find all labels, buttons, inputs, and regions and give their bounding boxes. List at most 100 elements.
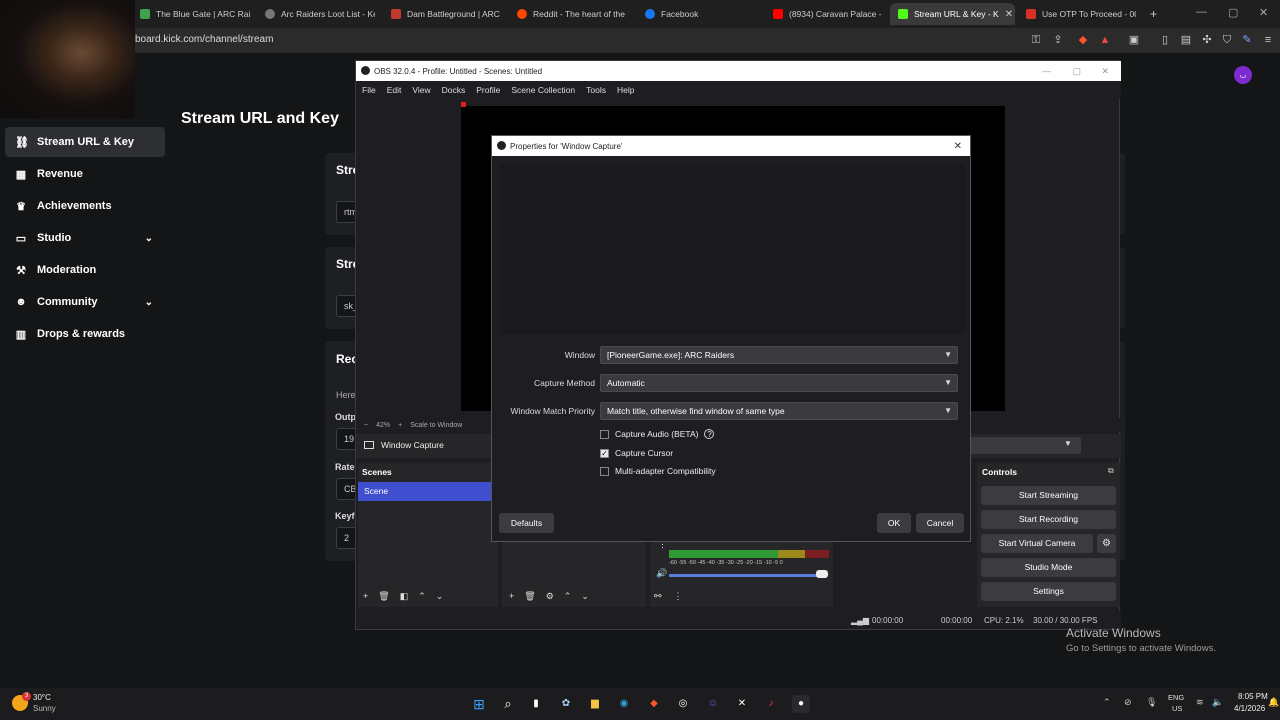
task-view-icon[interactable]: ▮ (527, 695, 545, 713)
minimize-icon[interactable]: — (1042, 66, 1051, 76)
sidebar-icon[interactable]: ▣ (1127, 33, 1141, 47)
sidebar-item-drops[interactable]: ▥ Drops & rewards (5, 319, 165, 349)
maximize-icon[interactable]: ▢ (1228, 6, 1238, 19)
cancel-button[interactable]: Cancel (916, 513, 964, 533)
trash-icon[interactable]: 🗑 (524, 591, 535, 602)
capture-cursor-checkbox[interactable]: ✓ Capture Cursor (600, 448, 673, 458)
chevron-up-icon[interactable]: ⌃ (1103, 697, 1111, 708)
menu-docks[interactable]: Docks (442, 85, 466, 95)
gear-icon[interactable]: ⚙ (546, 591, 554, 602)
window-select[interactable]: [PioneerGame.exe]: ARC Raiders ▼ (600, 346, 958, 364)
scale-mode[interactable]: Scale to Window (410, 422, 462, 429)
panel-icon[interactable]: ▯ (1158, 33, 1172, 47)
menu-view[interactable]: View (412, 85, 430, 95)
menu-file[interactable]: File (362, 85, 376, 95)
url-field[interactable]: board.kick.com/channel/stream (135, 34, 273, 45)
search-icon[interactable]: ⌕ (499, 695, 517, 713)
start-recording-button[interactable]: Start Recording (981, 510, 1116, 529)
start-streaming-button[interactable]: Start Streaming (981, 486, 1116, 505)
settings-button[interactable]: Settings (981, 582, 1116, 601)
wallet-icon[interactable]: ▤ (1179, 33, 1193, 47)
dock-icon[interactable]: ⧉ (1108, 466, 1114, 476)
notification-icon[interactable]: 🔔 (1268, 697, 1279, 708)
maximize-icon[interactable]: ▢ (1072, 66, 1081, 77)
sidebar-item-community[interactable]: ☻ Community ⌄ (5, 287, 165, 317)
key-icon[interactable]: ⚿ (1029, 33, 1043, 47)
chevron-up-icon[interactable]: ⌃ (564, 591, 572, 602)
checkbox-box[interactable] (600, 466, 609, 476)
chevron-up-icon[interactable]: ⌃ (418, 591, 426, 602)
link-icon[interactable]: ⚯ (654, 591, 662, 602)
gear-icon[interactable]: ⚙ (1097, 534, 1116, 553)
capture-audio-checkbox[interactable]: Capture Audio (BETA)? (600, 429, 715, 439)
checkbox-box[interactable] (600, 429, 609, 439)
minimize-icon[interactable]: — (1196, 6, 1207, 18)
ai-icon[interactable]: ✎ (1240, 33, 1254, 47)
close-icon[interactable]: ✕ (1101, 66, 1109, 77)
region[interactable]: US (1172, 704, 1182, 713)
clock-date[interactable]: 4/1/2026 (1234, 704, 1265, 713)
defaults-button[interactable]: Defaults (499, 513, 554, 533)
help-icon[interactable]: ? (704, 429, 715, 439)
match-priority-select[interactable]: Match title, otherwise find window of sa… (600, 402, 958, 420)
close-window-icon[interactable]: ✕ (1259, 6, 1268, 19)
copilot-icon[interactable]: ✿ (557, 695, 575, 713)
browser-tab[interactable]: Arc Raiders Loot List - Ke (257, 3, 375, 25)
language[interactable]: ENG (1168, 693, 1184, 702)
network-off-icon[interactable]: ⊘ (1124, 697, 1132, 708)
multi-adapter-checkbox[interactable]: Multi-adapter Compatibility (600, 466, 716, 476)
sidebar-item-studio[interactable]: ▭ Studio ⌄ (5, 223, 165, 253)
scene-item[interactable]: Scene (358, 482, 493, 501)
avatar[interactable]: ◡ (1234, 66, 1252, 84)
filter-icon[interactable]: ◧ (400, 591, 409, 602)
close-icon[interactable]: ✕ (954, 141, 962, 152)
wifi-icon[interactable]: ≋ (1196, 697, 1204, 708)
rewards-icon[interactable]: ▲ (1098, 33, 1112, 47)
capture-method-select[interactable]: Automatic ▼ (600, 374, 958, 392)
add-icon[interactable]: + (509, 591, 514, 602)
new-tab-button[interactable]: + (1142, 3, 1162, 25)
edge-icon[interactable]: ◉ (615, 695, 633, 713)
chevron-down-icon[interactable]: ⌄ (581, 591, 589, 602)
menu-tools[interactable]: Tools (586, 85, 606, 95)
menu-scene-collection[interactable]: Scene Collection (511, 85, 575, 95)
sidebar-item-revenue[interactable]: ▦ Revenue (5, 159, 165, 189)
studio-mode-button[interactable]: Studio Mode (981, 558, 1116, 577)
share-icon[interactable]: ⇪ (1051, 33, 1065, 47)
mic-icon[interactable]: 🎙 (1146, 697, 1157, 708)
add-icon[interactable]: + (363, 591, 368, 602)
sidebar-item-moderation[interactable]: ⚒ Moderation (5, 255, 165, 285)
browser-tab[interactable]: Use OTP To Proceed - 00p (1018, 3, 1136, 25)
brave-shield-icon[interactable]: ◆ (1076, 33, 1090, 47)
start-virtual-camera-button[interactable]: Start Virtual Camera (981, 534, 1093, 553)
volume-slider[interactable] (669, 574, 819, 577)
start-icon[interactable]: ⊞ (470, 695, 488, 713)
brave-icon[interactable]: ◆ (645, 695, 663, 713)
clock-time[interactable]: 8:05 PM (1238, 692, 1268, 701)
menu-profile[interactable]: Profile (476, 85, 500, 95)
epic-icon[interactable]: ✕ (733, 695, 751, 713)
browser-tab[interactable]: (8934) Caravan Palace - D (765, 3, 883, 25)
browser-tab[interactable]: The Blue Gate | ARC Raide (132, 3, 250, 25)
speaker-icon[interactable]: 🔊 (656, 568, 667, 579)
checkbox-checked[interactable]: ✓ (600, 448, 609, 458)
volume-icon[interactable]: 🔈 (1212, 697, 1223, 708)
chevron-down-icon[interactable]: ⌄ (436, 591, 444, 602)
browser-tab[interactable]: Reddit - The heart of the i (509, 3, 627, 25)
trash-icon[interactable]: 🗑 (378, 591, 389, 602)
discord-icon[interactable]: ☺ (704, 695, 722, 713)
sidebar-item-stream-url[interactable]: ⛓ Stream URL & Key (5, 127, 165, 157)
close-tab-icon[interactable]: ✕ (1005, 9, 1013, 20)
menu-edit[interactable]: Edit (387, 85, 402, 95)
vpn-icon[interactable]: ⛉ (1220, 33, 1234, 47)
zoom-in-icon[interactable]: + (398, 422, 402, 429)
file-explorer-icon[interactable]: ▆ (586, 695, 604, 713)
ok-button[interactable]: OK (877, 513, 911, 533)
sidebar-item-achievements[interactable]: ♛ Achievements (5, 191, 165, 221)
browser-tab[interactable]: Dam Battleground | ARC R (383, 3, 501, 25)
zoom-out-icon[interactable]: − (364, 422, 368, 429)
more-options-icon[interactable]: ⋮ (674, 591, 683, 602)
obs-taskbar-icon[interactable]: ● (792, 695, 810, 713)
volume-slider-handle[interactable] (816, 570, 828, 578)
extensions-icon[interactable]: ✣ (1200, 33, 1214, 47)
